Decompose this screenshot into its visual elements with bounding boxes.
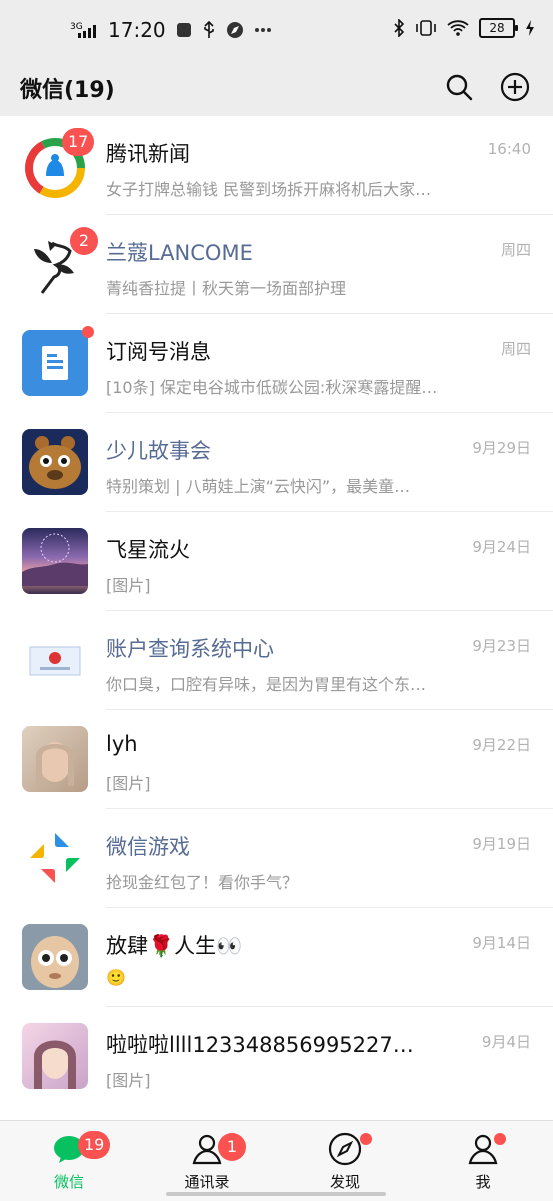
avatar — [22, 429, 88, 495]
status-right: 28 — [393, 18, 535, 38]
tab-label: 我 — [475, 1173, 491, 1191]
bottom-tab-bar: 19 微信 1 通讯录 发现 我 — [0, 1120, 553, 1201]
chat-row-tencent-news[interactable]: 17 腾讯新闻 女子打牌总输钱 民警到场拆开麻将机后大家… 16:40 — [0, 116, 553, 215]
chat-preview: 你口臭，口腔有异味，是因为胃里有这个东… — [106, 675, 427, 694]
chat-row-lalala[interactable]: 啦啦啦llll123348856995227… [图片] 9月4日 — [0, 1007, 553, 1106]
chat-preview: [10条] 保定电谷城市低碳公园:秋深寒露提醒… — [106, 378, 438, 397]
avatar — [22, 627, 88, 693]
unread-dot — [82, 326, 94, 338]
chat-preview: 🙂 — [106, 968, 126, 987]
wifi-icon — [447, 19, 469, 37]
avatar — [22, 924, 88, 990]
tab-contacts[interactable]: 1 通讯录 — [138, 1121, 276, 1201]
chat-name: 飞星流火 — [106, 538, 190, 562]
tab-discover[interactable]: 发现 — [276, 1121, 414, 1201]
tab-chats[interactable]: 19 微信 — [0, 1121, 138, 1201]
tab-badge: 19 — [78, 1131, 111, 1159]
chat-name: 账户查询系统中心 — [106, 637, 274, 661]
games-icon — [30, 833, 80, 883]
chat-time: 16:40 — [487, 140, 531, 158]
subscription-icon — [42, 346, 68, 380]
page-title: 微信(19) — [20, 78, 115, 103]
search-button[interactable] — [440, 68, 478, 106]
tab-label: 通讯录 — [184, 1173, 230, 1191]
chat-row-lancome[interactable]: 2 兰蔻LANCOME 菁纯香拉提丨秋天第一场面部护理 周四 — [0, 215, 553, 314]
chat-time: 周四 — [500, 241, 531, 259]
chat-row-subscriptions[interactable]: 订阅号消息 [10条] 保定电谷城市低碳公园:秋深寒露提醒… 周四 — [0, 314, 553, 413]
chat-row-account-center[interactable]: 账户查询系统中心 你口臭，口腔有异味，是因为胃里有这个东… 9月23日 — [0, 611, 553, 710]
chat-preview: 抢现金红包了！看你手气？ — [106, 873, 299, 892]
usb-icon — [202, 21, 216, 39]
unread-badge: 2 — [70, 227, 98, 255]
plus-circle-icon — [500, 72, 530, 102]
chat-time: 9月24日 — [472, 538, 531, 556]
chat-row-kids-stories[interactable]: 少儿故事会 特别策划 | 八萌娃上演“云快闪”，最美童… 9月29日 — [0, 413, 553, 512]
avatar — [22, 825, 88, 891]
chat-name: 腾讯新闻 — [106, 142, 190, 166]
compass-icon — [328, 1132, 362, 1166]
chat-name: 微信游戏 — [106, 835, 190, 859]
chat-time: 9月22日 — [472, 736, 531, 754]
chat-time: 9月29日 — [472, 439, 531, 457]
compass-status-icon — [226, 21, 244, 39]
tab-dot — [360, 1133, 372, 1145]
status-time: 17:20 — [108, 18, 166, 42]
chat-row-fangsi[interactable]: 放肆🌹人生👀 🙂 9月14日 — [0, 908, 553, 1007]
tab-badge: 1 — [218, 1133, 246, 1161]
bluetooth-icon — [393, 19, 405, 37]
chat-row-wechat-games[interactable]: 微信游戏 抢现金红包了！看你手气？ 9月19日 — [0, 809, 553, 908]
vibrate-icon — [415, 19, 437, 37]
chat-row-feixing[interactable]: 飞星流火 [图片] 9月24日 — [0, 512, 553, 611]
more-icon — [254, 27, 272, 33]
charging-icon — [525, 19, 535, 37]
search-icon — [446, 74, 473, 101]
chat-preview: [图片] — [106, 774, 151, 793]
status-bar: 3G 17:20 28 — [0, 0, 553, 58]
avatar — [22, 726, 88, 792]
chat-name: 啦啦啦llll123348856995227… — [106, 1033, 414, 1057]
chat-preview: 女子打牌总输钱 民警到场拆开麻将机后大家… — [106, 180, 432, 199]
chat-name: 兰蔻LANCOME — [106, 241, 253, 265]
chat-name: lyh — [106, 732, 138, 756]
battery-indicator: 28 — [479, 18, 518, 38]
chat-preview: 特别策划 | 八萌娃上演“云快闪”，最美童… — [106, 477, 411, 496]
network-label: 3G — [70, 22, 83, 32]
chat-time: 9月4日 — [481, 1033, 531, 1051]
chat-list: 17 腾讯新闻 女子打牌总输钱 民警到场拆开麻将机后大家… 16:40 2 兰蔻… — [0, 116, 553, 1120]
chat-preview: 菁纯香拉提丨秋天第一场面部护理 — [106, 279, 347, 298]
notification-icon — [176, 22, 192, 38]
signal-icon: 3G — [70, 21, 98, 39]
tab-label: 发现 — [329, 1173, 360, 1191]
chat-time: 9月19日 — [472, 835, 531, 853]
avatar — [22, 330, 88, 396]
status-left: 3G 17:20 — [70, 18, 272, 42]
home-indicator[interactable] — [166, 1192, 386, 1196]
chat-time: 9月14日 — [472, 934, 531, 952]
avatar — [22, 528, 88, 594]
chat-time: 9月23日 — [472, 637, 531, 655]
tab-label: 微信 — [53, 1173, 84, 1191]
chat-row-lyh[interactable]: lyh [图片] 9月22日 — [0, 710, 553, 809]
tab-me[interactable]: 我 — [414, 1121, 552, 1201]
chat-preview: [图片] — [106, 576, 151, 595]
chat-name: 少儿故事会 — [106, 439, 211, 463]
app-header: 微信(19) — [0, 58, 553, 116]
chat-time: 周四 — [500, 340, 531, 358]
chat-name: 订阅号消息 — [106, 340, 211, 364]
avatar — [22, 1023, 88, 1089]
add-button[interactable] — [496, 68, 534, 106]
tab-dot — [494, 1133, 506, 1145]
chat-name: 放肆🌹人生👀 — [106, 934, 243, 958]
unread-badge: 17 — [62, 128, 95, 156]
chat-preview: [图片] — [106, 1071, 151, 1090]
